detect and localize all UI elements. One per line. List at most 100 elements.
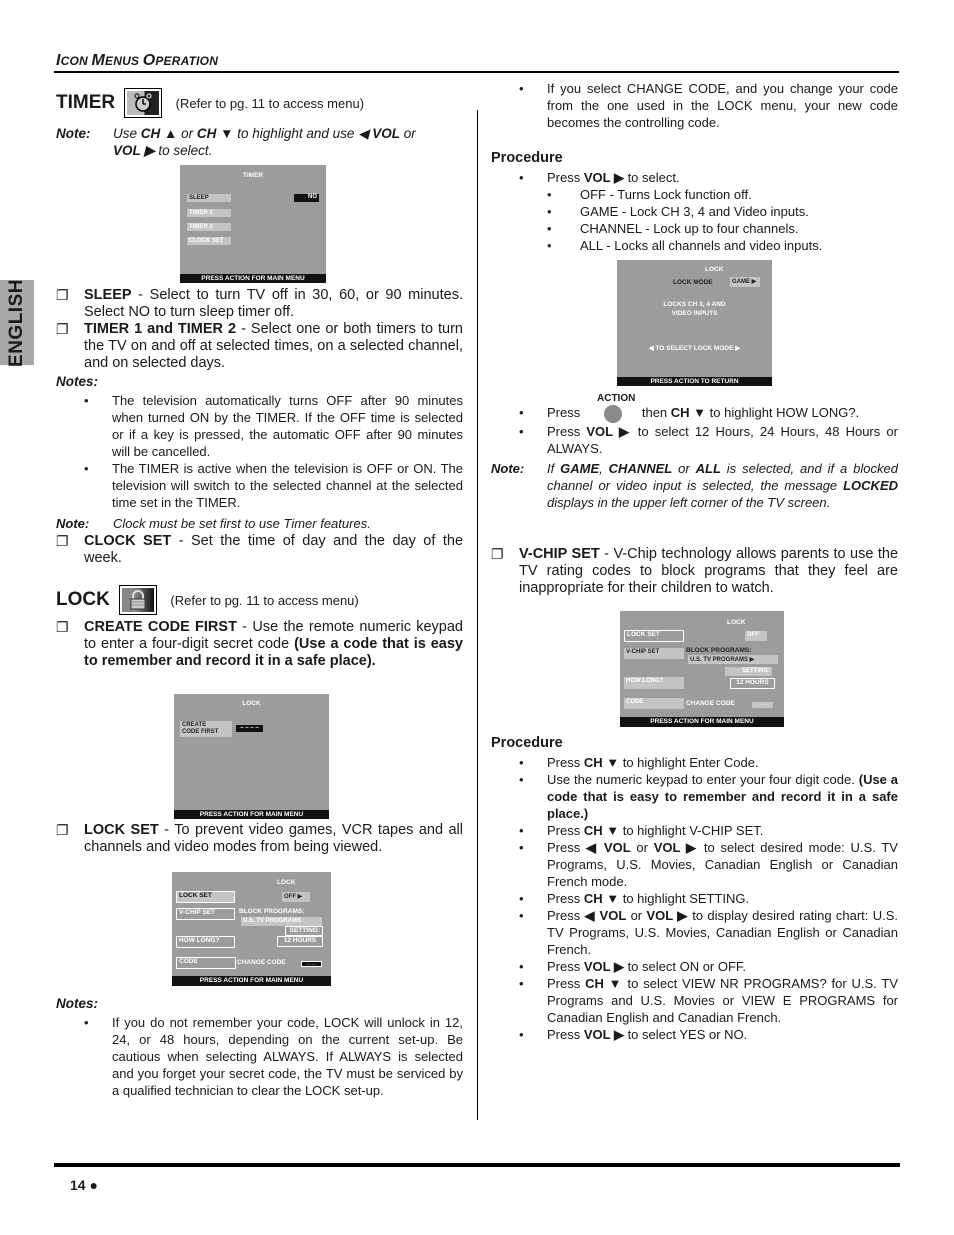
step-key: ◀ VOL bbox=[584, 908, 627, 923]
bullet-icon: • bbox=[519, 772, 524, 787]
note-label: Note: bbox=[56, 126, 91, 141]
lock-note: Note: If GAME, CHANNEL or ALL is selecte… bbox=[491, 460, 898, 511]
step-text: Press bbox=[547, 976, 586, 991]
timer-ref: (Refer to pg. 11 to access menu) bbox=[175, 96, 365, 112]
osd-label-line: CODE FIRST bbox=[182, 729, 219, 735]
lock-mode-osd-screen: LOCK LOCK MODE GAME ▶ LOCKS CH 3, 4 AND … bbox=[617, 260, 772, 386]
note-text: If you do not remember your code, LOCK w… bbox=[112, 1015, 463, 1098]
bullet-icon: • bbox=[547, 187, 552, 202]
checkbox-bullet-icon: ❐ bbox=[56, 822, 69, 838]
step-text: Press bbox=[547, 959, 584, 974]
osd-mode-value: GAME ▶ bbox=[730, 277, 760, 287]
step-text: Press bbox=[547, 424, 587, 439]
language-tab: ENGLISH bbox=[0, 278, 34, 367]
bullet-icon: • bbox=[519, 755, 524, 770]
vchip-procedure-list: • Press CH ▼ to highlight Enter Code. • Use… bbox=[519, 754, 898, 1043]
osd-how-long-value: 12 HOURS bbox=[277, 936, 323, 947]
step-text: to select ON or OFF. bbox=[623, 959, 747, 974]
item-term: SLEEP bbox=[84, 287, 132, 303]
checkbox-bullet-icon: ❐ bbox=[56, 533, 69, 549]
bullet-icon: • bbox=[84, 461, 89, 476]
procedure-step: • Press CH ▼ to highlight SETTING. bbox=[519, 890, 898, 907]
lock-ref: (Refer to pg. 11 to access menu) bbox=[170, 593, 359, 609]
timer-item-clock-set: ❐ CLOCK SET - Set the time of day and th… bbox=[56, 533, 463, 567]
step-text: or bbox=[630, 840, 654, 855]
action-button-label: ACTION bbox=[597, 393, 636, 404]
title-rest: CON bbox=[60, 54, 92, 68]
procedure-step: • Press VOL ▶ to select 12 Hours, 24 Hou… bbox=[519, 423, 898, 457]
procedure-step: • Press then CH ▼ to highlight HOW LONG?… bbox=[519, 404, 898, 423]
title-rest: ENUS bbox=[105, 54, 143, 68]
osd-lock-value: OFF bbox=[745, 631, 767, 641]
osd-bar: PRESS ACTION FOR MAIN MENU bbox=[172, 976, 331, 986]
osd-setting: SETTING: bbox=[285, 926, 323, 936]
note-text: If you select CHANGE CODE, and you chang… bbox=[547, 81, 898, 130]
note-text: , bbox=[599, 461, 609, 476]
osd-setting: SETTING: bbox=[725, 667, 772, 676]
note-text: Use bbox=[113, 126, 141, 141]
step-key: CH ▼ bbox=[583, 891, 620, 906]
header-rule bbox=[54, 71, 899, 73]
note-text: Clock must be set first to use Timer fea… bbox=[113, 516, 371, 531]
osd-bar: PRESS ACTION FOR MAIN MENU bbox=[620, 717, 784, 727]
note-text: or bbox=[672, 461, 696, 476]
item-term: TIMER 1 and TIMER 2 bbox=[84, 321, 237, 337]
procedure-step: • Press CH ▼ to select VIEW NR PROGRAMS? … bbox=[519, 975, 898, 1026]
timer-heading-label: TIMER bbox=[56, 92, 116, 114]
step-key: CH ▼ bbox=[585, 976, 623, 991]
bullet-icon: • bbox=[519, 81, 524, 96]
mode-text: OFF - Turns Lock function off. bbox=[580, 187, 752, 202]
note-label: Note: bbox=[491, 461, 525, 476]
step-text: to select YES or NO. bbox=[623, 1027, 748, 1042]
mode-text: ALL - Locks all channels and video input… bbox=[580, 238, 823, 253]
bullet-icon: • bbox=[519, 840, 524, 855]
lock-set-osd-screen: LOCK LOCK SET OFF ▶ V-CHIP SET BLOCK PRO… bbox=[172, 872, 331, 986]
osd-lock-value: OFF ▶ bbox=[282, 892, 310, 902]
osd-hint: ◀ TO SELECT LOCK MODE ▶ bbox=[648, 345, 741, 352]
footer-rule bbox=[54, 1163, 900, 1167]
checkbox-bullet-icon: ❐ bbox=[56, 321, 69, 337]
osd-code-value: - - - - bbox=[752, 702, 773, 708]
bullet-icon: • bbox=[84, 393, 89, 408]
osd-item-clock-set: CLOCK SET bbox=[187, 237, 231, 245]
step-key: ◀ VOL bbox=[586, 840, 631, 855]
bullet-icon: • bbox=[519, 959, 524, 974]
step-text: to select. bbox=[623, 170, 680, 185]
step-key: VOL ▶ bbox=[583, 1027, 624, 1042]
item-term: CREATE CODE FIRST bbox=[84, 619, 237, 635]
bullet-icon: • bbox=[519, 908, 524, 923]
notes-label: Notes: bbox=[56, 374, 99, 389]
note-emphasis: GAME bbox=[560, 461, 600, 476]
language-tab-label: ENGLISH bbox=[6, 278, 27, 367]
procedure-step: • Press VOL ▶ to select. bbox=[519, 169, 898, 186]
procedure-step: • Use the numeric keypad to enter your fo… bbox=[519, 771, 898, 822]
step-text: Press bbox=[547, 840, 586, 855]
osd-program-type: U.S. TV PROGRAMS ▶ bbox=[688, 655, 778, 664]
procedure-step: • Press CH ▼ to highlight V-CHIP SET. bbox=[519, 822, 898, 839]
step-text: or bbox=[626, 908, 647, 923]
osd-bar: PRESS ACTION FOR MAIN MENU bbox=[174, 810, 329, 819]
note-key: VOL bbox=[372, 126, 401, 141]
step-key: VOL ▶ bbox=[583, 959, 624, 974]
procedure-step: • Press ◀ VOL or VOL ▶ to display desired… bbox=[519, 907, 898, 958]
step-text: Press bbox=[547, 170, 584, 185]
bullet-icon: • bbox=[519, 976, 524, 991]
step-text: Press bbox=[547, 891, 584, 906]
osd-bar: PRESS ACTION TO RETURN bbox=[617, 377, 772, 386]
step-text: to highlight SETTING. bbox=[619, 891, 750, 906]
timer-osd-screen: TIMER SLEEP NO TIMER 1 TIMER 2 CLOCK SET… bbox=[180, 165, 326, 283]
note-key: CH ▼ bbox=[196, 126, 234, 141]
title-initial: M bbox=[91, 52, 105, 69]
step-text: Press bbox=[547, 823, 584, 838]
lock-mode-item: • GAME - Lock CH 3, 4 and Video inputs. bbox=[547, 203, 897, 220]
osd-item-vchip-set: V-CHIP SET bbox=[624, 648, 684, 659]
osd-title: LOCK bbox=[705, 266, 724, 273]
bullet-icon: • bbox=[519, 1027, 524, 1042]
step-text: to highlight Enter Code. bbox=[619, 755, 759, 770]
note-emphasis: ALL bbox=[695, 461, 721, 476]
osd-bar: PRESS ACTION FOR MAIN MENU bbox=[180, 274, 326, 283]
procedure-step: • Press VOL ▶ to select ON or OFF. bbox=[519, 958, 898, 975]
checkbox-bullet-icon: ❐ bbox=[491, 546, 504, 562]
osd-mode-label: LOCK MODE bbox=[673, 279, 713, 286]
action-button-icon bbox=[603, 404, 622, 423]
